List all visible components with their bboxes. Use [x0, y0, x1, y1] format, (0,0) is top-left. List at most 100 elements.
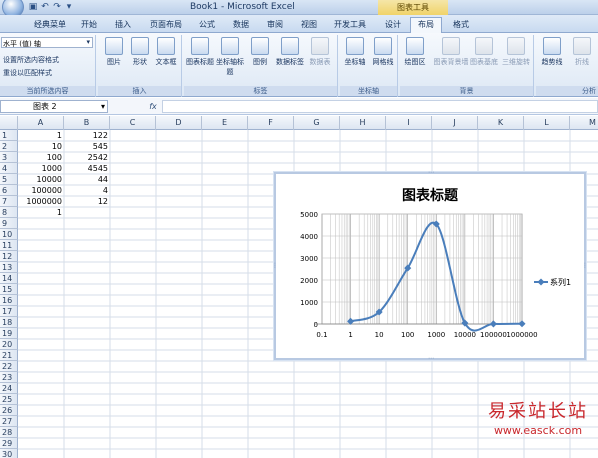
cell[interactable]: 1000	[18, 163, 64, 174]
row-header[interactable]: 16	[0, 295, 18, 306]
row-header[interactable]: 3	[0, 152, 18, 163]
row-header[interactable]: 8	[0, 207, 18, 218]
fx-icon[interactable]: fx	[146, 100, 160, 113]
row-header[interactable]: 20	[0, 339, 18, 350]
plot-area-button[interactable]: 绘图区	[401, 37, 429, 67]
row-header[interactable]: 9	[0, 218, 18, 229]
selection-dropdown[interactable]: 水平 (值) 轴 ▾	[1, 37, 93, 48]
cell[interactable]: 10000	[18, 174, 64, 185]
cell[interactable]: 2542	[64, 152, 110, 163]
chart-object[interactable]: ⋯ ⋯ ⋮ ⋮ 图表标题 0 1000 2000 3000 4000 5000 0.1 1 10…	[272, 170, 588, 362]
chart-wall-button[interactable]: 图表背景墙	[433, 37, 469, 67]
row-header[interactable]: 19	[0, 328, 18, 339]
column-header-e[interactable]: E	[202, 116, 248, 130]
chart-floor-button[interactable]: 图表基底	[470, 37, 498, 67]
shapes-button[interactable]: 形状	[126, 37, 154, 67]
tab-format[interactable]: 格式	[446, 18, 476, 32]
tab-design[interactable]: 设计	[378, 18, 408, 32]
column-header-k[interactable]: K	[478, 116, 524, 130]
data-table-button[interactable]: 数据表	[306, 37, 334, 67]
tab-classic-menu[interactable]: 经典菜单	[28, 18, 72, 32]
tab-review[interactable]: 审阅	[260, 18, 290, 32]
row-header[interactable]: 1	[0, 130, 18, 141]
reset-style-button[interactable]: 重设以匹配样式	[3, 68, 52, 78]
row-header[interactable]: 23	[0, 372, 18, 383]
row-header[interactable]: 22	[0, 361, 18, 372]
chart-title[interactable]: 图表标题	[402, 187, 459, 204]
axes-button[interactable]: 坐标轴	[341, 37, 369, 67]
cell[interactable]: 122	[64, 130, 110, 141]
row-header[interactable]: 5	[0, 174, 18, 185]
format-selection-button[interactable]: 设置所选内容格式	[3, 55, 59, 65]
qat-dropdown-icon[interactable]: ▾	[64, 2, 74, 12]
tab-layout[interactable]: 布局	[410, 17, 442, 33]
gridlines-button[interactable]: 网格线	[369, 37, 397, 67]
row-header[interactable]: 27	[0, 416, 18, 427]
row-header[interactable]: 14	[0, 273, 18, 284]
rotation-3d-button[interactable]: 三维旋转	[500, 37, 532, 67]
row-header[interactable]: 24	[0, 383, 18, 394]
cell[interactable]: 12	[64, 196, 110, 207]
column-header-b[interactable]: B	[64, 116, 110, 130]
cell[interactable]: 44	[64, 174, 110, 185]
row-header[interactable]: 15	[0, 284, 18, 295]
redo-icon[interactable]: ↷	[52, 2, 62, 12]
row-header[interactable]: 29	[0, 438, 18, 449]
lines-button[interactable]: 折线	[568, 37, 596, 67]
textbox-button[interactable]: 文本框	[152, 37, 180, 67]
column-header-i[interactable]: I	[386, 116, 432, 130]
row-header[interactable]: 6	[0, 185, 18, 196]
cell[interactable]: 1	[18, 207, 64, 218]
cell[interactable]: 1	[18, 130, 64, 141]
column-header-d[interactable]: D	[156, 116, 202, 130]
row-header[interactable]: 18	[0, 317, 18, 328]
tab-formulas[interactable]: 公式	[192, 18, 222, 32]
row-header[interactable]: 25	[0, 394, 18, 405]
row-header[interactable]: 4	[0, 163, 18, 174]
save-icon[interactable]: ▣	[28, 2, 38, 12]
row-header[interactable]: 2	[0, 141, 18, 152]
data-labels-button[interactable]: 数据标签	[276, 37, 304, 67]
select-all-corner[interactable]	[0, 116, 18, 130]
column-header-j[interactable]: J	[432, 116, 478, 130]
tab-view[interactable]: 视图	[294, 18, 324, 32]
cell[interactable]: 100000	[18, 185, 64, 196]
row-header[interactable]: 11	[0, 240, 18, 251]
column-header-l[interactable]: L	[524, 116, 570, 130]
cell[interactable]: 10	[18, 141, 64, 152]
formula-input[interactable]	[162, 100, 598, 113]
tab-insert[interactable]: 插入	[108, 18, 138, 32]
row-header[interactable]: 28	[0, 427, 18, 438]
row-header[interactable]: 10	[0, 229, 18, 240]
column-header-c[interactable]: C	[110, 116, 156, 130]
legend-button[interactable]: 图例	[246, 37, 274, 67]
tab-developer[interactable]: 开发工具	[328, 18, 372, 32]
row-header[interactable]: 21	[0, 350, 18, 361]
chart-title-button[interactable]: 图表标题	[186, 37, 214, 67]
row-header[interactable]: 7	[0, 196, 18, 207]
row-header[interactable]: 30	[0, 449, 18, 458]
picture-button[interactable]: 图片	[100, 37, 128, 67]
row-header[interactable]: 12	[0, 251, 18, 262]
cell[interactable]: 4545	[64, 163, 110, 174]
column-header-h[interactable]: H	[340, 116, 386, 130]
column-header-f[interactable]: F	[248, 116, 294, 130]
tab-page-layout[interactable]: 页面布局	[144, 18, 188, 32]
row-header[interactable]: 13	[0, 262, 18, 273]
undo-icon[interactable]: ↶	[40, 2, 50, 12]
tab-data[interactable]: 数据	[226, 18, 256, 32]
lines-icon	[573, 37, 591, 55]
axis-title-button[interactable]: 坐标轴标题	[216, 37, 244, 77]
trendline-button[interactable]: 趋势线	[538, 37, 566, 67]
cell[interactable]: 1000000	[18, 196, 64, 207]
name-box[interactable]: 图表 2 ▾	[0, 100, 108, 113]
tab-home[interactable]: 开始	[74, 18, 104, 32]
row-header[interactable]: 17	[0, 306, 18, 317]
cell[interactable]: 4	[64, 185, 110, 196]
cell[interactable]: 545	[64, 141, 110, 152]
cell[interactable]: 100	[18, 152, 64, 163]
row-header[interactable]: 26	[0, 405, 18, 416]
column-header-a[interactable]: A	[18, 116, 64, 130]
column-header-m[interactable]: M	[570, 116, 598, 130]
column-header-g[interactable]: G	[294, 116, 340, 130]
